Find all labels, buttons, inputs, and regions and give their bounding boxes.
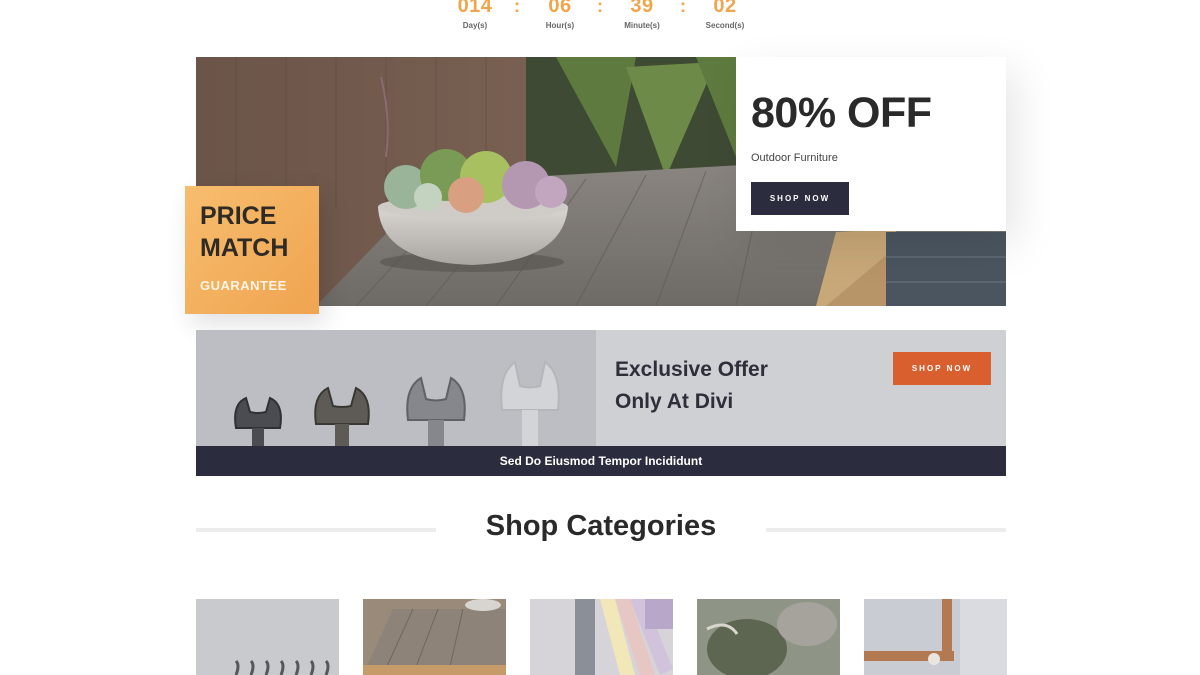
discount-headline: 80% OFF [751,89,932,137]
category-thumbnail-decor[interactable] [864,599,1007,675]
countdown-hours: 06 Hour(s) [525,0,595,32]
promo-card: 80% OFF Outdoor Furniture SHOP NOW [736,57,1006,231]
category-thumbnail-tools[interactable] [196,599,339,675]
price-match-line3: GUARANTEE [200,278,287,293]
shop-now-button[interactable]: SHOP NOW [751,182,849,215]
price-match-line2: MATCH [200,234,289,262]
price-match-line1: PRICE [200,202,277,230]
countdown-minutes: 39 Minute(s) [607,0,677,32]
offer-shop-now-button[interactable]: SHOP NOW [893,352,991,385]
countdown-hours-label: Hour(s) [545,21,575,30]
offer-title-line1: Exclusive Offer [615,358,768,381]
wrenches-image [196,330,596,446]
category-thumbnail-garden[interactable] [697,599,840,675]
countdown-hours-value: 06 [548,0,572,17]
garden-image [697,599,840,675]
price-match-badge: PRICE MATCH GUARANTEE [185,186,319,314]
countdown-seconds-label: Second(s) [705,21,745,30]
offer-title-line2: Only At Divi [615,390,734,413]
countdown-timer: 014 Day(s) : 06 Hour(s) : 39 Minute(s) :… [440,0,770,34]
countdown-minutes-value: 39 [630,0,654,17]
tools-image [196,599,339,675]
promo-category: Outdoor Furniture [751,152,838,164]
section-divider-right [766,528,1006,532]
countdown-days: 014 Day(s) [440,0,510,32]
category-thumbnail-paint[interactable] [530,599,673,675]
section-divider-left [196,528,436,532]
offer-subtext-bar: Sed Do Eiusmod Tempor Incididunt [196,446,1006,476]
category-thumbnail-furniture[interactable] [363,599,506,675]
offer-title: Exclusive Offer Only At Divi [615,354,768,418]
countdown-separator: : [680,0,686,16]
section-title: Shop Categories [485,510,717,542]
countdown-seconds-value: 02 [713,0,737,17]
countdown-separator: : [514,0,520,16]
furniture-image [363,599,506,675]
paint-swatches-image [530,599,673,675]
decor-image [864,599,1007,675]
countdown-separator: : [597,0,603,16]
countdown-days-label: Day(s) [462,21,488,30]
exclusive-offer-banner: Exclusive Offer Only At Divi SHOP NOW [196,330,1006,446]
countdown-seconds: 02 Second(s) [690,0,760,32]
countdown-days-value: 014 [457,0,493,17]
countdown-minutes-label: Minute(s) [624,21,660,30]
